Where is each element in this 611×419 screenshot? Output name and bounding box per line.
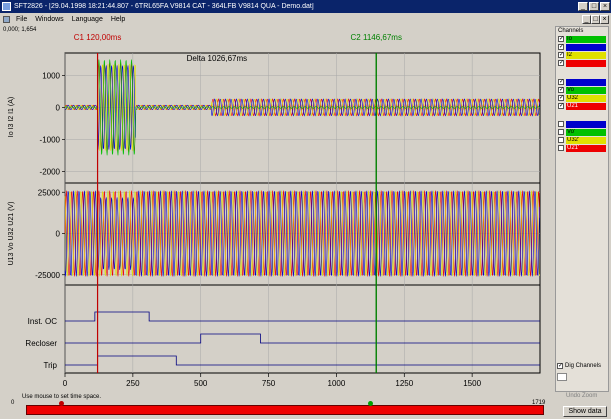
y-tick-label: 0 xyxy=(56,230,61,239)
channel-checkbox[interactable] xyxy=(558,129,564,135)
channel-row[interactable]: ✓ xyxy=(558,59,608,67)
channel-swatch: I2 xyxy=(566,51,606,59)
channel-row[interactable]: ✓ Vo xyxy=(558,86,608,94)
y-axis-label: Io I3 I2 I1 (A) xyxy=(8,97,15,137)
y-axis-label: U13 Vo U32 U21 (V) xyxy=(8,202,15,266)
y-tick-label: -2000 xyxy=(40,167,61,176)
child-restore-button[interactable]: □ xyxy=(591,14,600,24)
waveform-chart[interactable]: 1000 0 -1000 -2000 Io I3 I2 I1 (A) 25000 0 -250… xyxy=(0,33,552,391)
y-tick-label: 1000 xyxy=(42,71,60,80)
channel-swatch: Io xyxy=(566,35,606,43)
channel-swatch: Vo' xyxy=(566,128,606,136)
time-range-bar[interactable] xyxy=(26,405,544,415)
window-title: SFT2826 - [29.04.1998 18:21:44.807 - 6TR… xyxy=(14,3,314,10)
channel-row[interactable]: Vo' xyxy=(558,128,608,136)
channel-swatch: U21 xyxy=(566,102,606,110)
digital-channel-label: Recloser xyxy=(25,339,57,348)
menu-windows[interactable]: Windows xyxy=(31,16,67,23)
y-tick-label: 25000 xyxy=(38,188,61,197)
timebar-hint: Use mouse to set time space. xyxy=(22,394,102,400)
x-tick-label: 500 xyxy=(194,379,208,388)
show-data-button[interactable]: Show data xyxy=(563,406,607,417)
x-tick-label: 750 xyxy=(262,379,276,388)
x-tick-label: 250 xyxy=(126,379,140,388)
zoom-slider[interactable] xyxy=(557,373,567,381)
channel-swatch xyxy=(566,59,606,67)
title-bar[interactable]: SFT2826 - [29.04.1998 18:21:44.807 - 6TR… xyxy=(0,0,611,13)
channel-row[interactable]: ✓ xyxy=(558,78,608,86)
undo-zoom-button[interactable]: Undo Zoom xyxy=(566,393,597,399)
channel-swatch xyxy=(566,78,606,86)
channel-checkbox[interactable]: ✓ xyxy=(558,79,564,85)
channel-row[interactable]: ✓ I2 xyxy=(558,51,608,59)
delta-label: Delta 1026,67ms xyxy=(187,54,247,63)
channels-title: Channels xyxy=(558,28,584,34)
channel-checkbox[interactable]: ✓ xyxy=(558,103,564,109)
y-tick-label: 0 xyxy=(56,103,61,112)
cursor-c1-label: C1 120,00ms xyxy=(74,33,122,42)
digital-channel-label: Inst. OC xyxy=(28,317,58,326)
timebar-handle-c2[interactable] xyxy=(368,401,373,406)
digital-channel-label: Trip xyxy=(44,361,58,370)
app-icon xyxy=(2,2,11,11)
close-button[interactable]: × xyxy=(600,2,610,11)
menu-file[interactable]: File xyxy=(12,16,31,23)
timebar-handle-c1[interactable] xyxy=(59,401,64,406)
channel-swatch xyxy=(566,43,606,51)
menu-language[interactable]: Language xyxy=(68,16,107,23)
timebar-start-label: 0 xyxy=(11,400,15,406)
x-tick-label: 1250 xyxy=(395,379,413,388)
channel-checkbox[interactable]: ✓ xyxy=(558,36,564,42)
channel-checkbox[interactable]: ✓ xyxy=(558,60,564,66)
maximize-button[interactable]: □ xyxy=(589,2,599,11)
channel-checkbox[interactable] xyxy=(558,121,564,127)
channel-row[interactable]: ✓ Io xyxy=(558,35,608,43)
child-close-button[interactable]: × xyxy=(600,14,609,24)
x-tick-label: 0 xyxy=(63,379,68,388)
channel-checkbox[interactable] xyxy=(558,145,564,151)
channel-checkbox[interactable] xyxy=(558,137,564,143)
channel-row[interactable]: ✓ U21 xyxy=(558,102,608,110)
x-tick-label: 1500 xyxy=(463,379,481,388)
cursor-c2-label: C2 1146,67ms xyxy=(351,33,402,42)
channel-row[interactable]: ✓ U32 xyxy=(558,94,608,102)
child-minimize-button[interactable]: _ xyxy=(582,14,591,24)
menu-bar: File Windows Language Help _ □ × xyxy=(0,13,611,25)
channel-checkbox[interactable]: ✓ xyxy=(558,44,564,50)
channel-row[interactable]: U32' xyxy=(558,136,608,144)
channel-swatch: Vo xyxy=(566,86,606,94)
plot-area[interactable]: 1000 0 -1000 -2000 Io I3 I2 I1 (A) 25000 0 -250… xyxy=(0,33,552,391)
channel-checkbox[interactable]: ✓ xyxy=(558,95,564,101)
y-tick-label: -1000 xyxy=(40,135,61,144)
minimize-button[interactable]: _ xyxy=(578,2,588,11)
channels-panel: Channels ✓ Io ✓ ✓ I2 ✓ ✓ ✓ Vo ✓ U32 ✓ U21 Vo' U32' U21' xyxy=(555,26,609,392)
channel-swatch: U21' xyxy=(566,144,606,152)
dig-channels-option[interactable]: ✓ Dig Channels xyxy=(557,363,601,369)
channel-checkbox[interactable]: ✓ xyxy=(558,87,564,93)
channel-row[interactable] xyxy=(558,120,608,128)
channel-swatch: U32 xyxy=(566,94,606,102)
channel-swatch: U32' xyxy=(566,136,606,144)
channel-checkbox[interactable]: ✓ xyxy=(558,52,564,58)
channel-swatch xyxy=(566,120,606,128)
document-icon[interactable] xyxy=(3,15,10,23)
menu-help[interactable]: Help xyxy=(107,16,129,23)
y-tick-label: -25000 xyxy=(35,271,60,280)
channel-row[interactable]: U21' xyxy=(558,144,608,152)
application-window: SFT2826 - [29.04.1998 18:21:44.807 - 6TR… xyxy=(0,0,611,419)
channel-row[interactable]: ✓ xyxy=(558,43,608,51)
dig-channels-checkbox[interactable]: ✓ xyxy=(557,363,563,369)
x-tick-label: 1000 xyxy=(328,379,346,388)
dig-channels-label: Dig Channels xyxy=(565,363,602,369)
